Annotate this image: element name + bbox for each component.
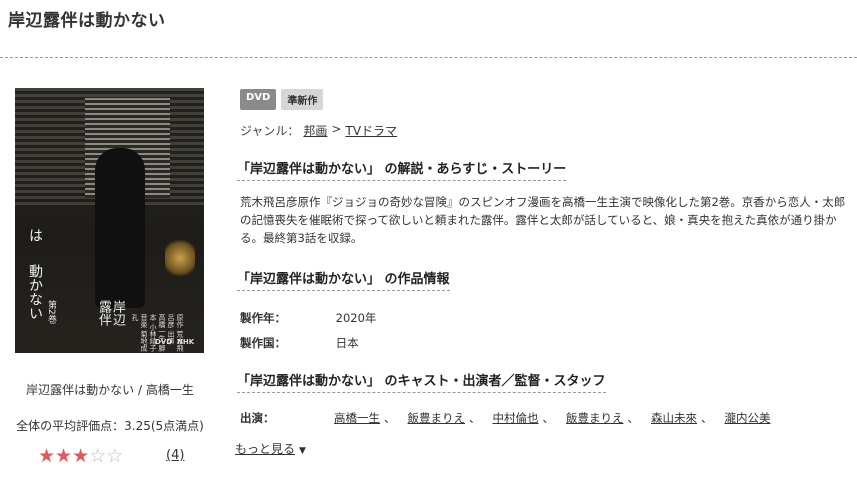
genre-link-japanese-film[interactable]: 邦画 [303,122,327,139]
production-country-row: 製作国： 日本 [240,335,359,351]
cast-heading: 「岸辺露伴は動かない」 のキャスト・出演者／監督・スタッフ [237,370,606,393]
cast-separator: 、 [627,411,640,425]
page-title: 岸辺露伴は動かない [8,11,166,31]
cast-names: 高橋一生、 飯豊まりえ、 中村倫也、 飯豊まりえ、 森山未來、 瀧内公美 [334,410,771,426]
cast-link[interactable]: 高橋一生 [334,410,380,426]
cast-link[interactable]: 中村倫也 [493,410,539,426]
cover-title-line: 岸辺 [110,300,125,326]
star-empty-icon: ☆ [89,445,107,467]
genre-breadcrumb: ジャンル： 邦画 > TVドラマ [240,122,397,139]
cover-lamp [165,238,195,278]
genre-link-tv-drama[interactable]: TVドラマ [345,122,397,139]
cast-label: 出演： [240,411,275,425]
cover-caption: 岸辺露伴は動かない / 高橋一生 [26,383,194,397]
format-badges: DVD 準新作 [240,89,324,110]
production-country-label: 製作国： [240,336,286,350]
synopsis-heading: 「岸辺露伴は動かない」 の解説・あらすじ・ストーリー [237,158,567,181]
cast-separator: 、 [542,411,555,425]
star-filled-icon: ★ [38,445,56,467]
cover-volume: 第2巻 [46,300,56,324]
chevron-down-icon: ▼ [299,446,306,456]
star-filled-icon: ★ [72,445,90,467]
cover-credits: 原作 荒木飛呂彦 出演 高橋一生 脚本 小林靖子 音楽 菊地成孔 [131,314,184,352]
production-year-row: 製作年： 2020年 [240,310,376,326]
cast-link[interactable]: 飯豊まりえ [566,410,624,426]
cover-title-line: は [27,228,43,242]
dvd-badge: DVD [240,89,277,110]
work-info-heading: 「岸辺露伴は動かない」 の作品情報 [237,268,450,291]
show-more-label: もっと見る [235,442,296,456]
cover-title-line: 動かない [27,264,43,320]
star-empty-icon: ☆ [106,445,124,467]
cast-separator: 、 [384,411,396,425]
cast-link[interactable]: 森山未來 [651,410,697,426]
production-year-label: 製作年： [240,311,286,325]
genre-label: ジャンル： [240,124,300,138]
cover-dvd-logo: DVD [155,338,173,346]
average-rating-text: 全体の平均評価点：3.25(5点満点) [16,419,204,433]
cast-separator: 、 [701,411,713,425]
cast-link[interactable]: 飯豊まりえ [408,410,466,426]
breadcrumb-separator: > [331,122,342,136]
review-count-link[interactable]: (4) [166,448,184,463]
cover-nhk-logo: NHK [177,338,195,346]
show-more-link[interactable]: もっと見る ▼ [235,440,306,457]
title-divider [0,57,857,58]
cover-figure [95,148,145,308]
star-rating: ★ ★ ★ ☆ ☆ [38,446,123,466]
production-country-value: 日本 [335,336,359,350]
cast-link[interactable]: 瀧内公美 [725,410,771,426]
cast-row: 出演： 高橋一生、 飯豊まりえ、 中村倫也、 飯豊まりえ、 森山未來、 瀧内公美 [240,410,771,426]
production-year-value: 2020年 [335,311,377,325]
cast-separator: 、 [469,411,481,425]
new-release-badge: 準新作 [281,89,324,110]
star-filled-icon: ★ [55,445,73,467]
dvd-cover-image[interactable]: は 露伴 岸辺 動かない 第2巻 原作 荒木飛呂彦 出演 高橋一生 脚本 小林靖… [15,88,204,353]
synopsis-text: 荒木飛呂彦原作『ジョジョの奇妙な冒険』のスピンオフ漫画を高橋一生主演で映像化した… [240,195,846,245]
